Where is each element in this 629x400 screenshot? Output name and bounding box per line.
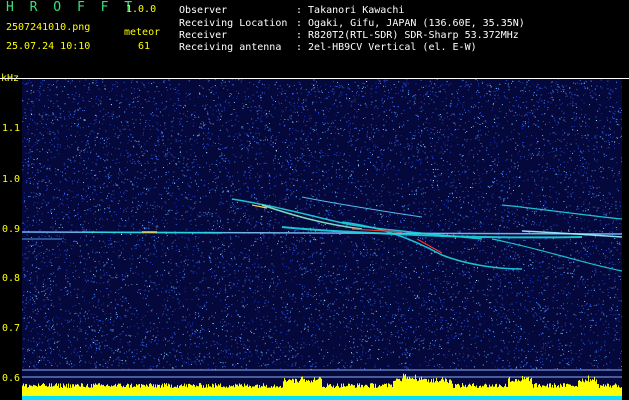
y-tick-label: 0.7: [2, 323, 21, 334]
y-tick-label: 1.0: [2, 174, 21, 185]
file-datetime: 25.07.24 10:10: [6, 41, 91, 52]
y-tick-label: 0.9: [2, 224, 21, 235]
meteor-count: 61: [138, 41, 151, 52]
spectrogram: [22, 79, 622, 400]
info-value-observer: : Takanori Kawachi: [296, 5, 405, 16]
spectrogram-background: [22, 79, 622, 400]
file-name: 2507241010.png: [6, 22, 91, 33]
info-value-antenna: : 2el-HB9CV Vertical (el. E-W): [296, 42, 477, 53]
info-key-observer: Observer: [179, 5, 228, 16]
app-title: H R O F F T: [6, 0, 137, 15]
info-key-antenna: Receiving antenna: [179, 42, 282, 53]
hrofft-window: H R O F F T 1.0.0 2507241010.png meteor …: [0, 0, 629, 400]
y-tick-label: 0.6: [2, 373, 21, 384]
y-tick-label: 0.8: [2, 273, 21, 284]
y-tick-label: 1.1: [2, 123, 21, 134]
app-version: 1.0.0: [126, 4, 157, 15]
meteor-label: meteor: [124, 27, 161, 38]
spectrogram-canvas: [22, 79, 622, 400]
